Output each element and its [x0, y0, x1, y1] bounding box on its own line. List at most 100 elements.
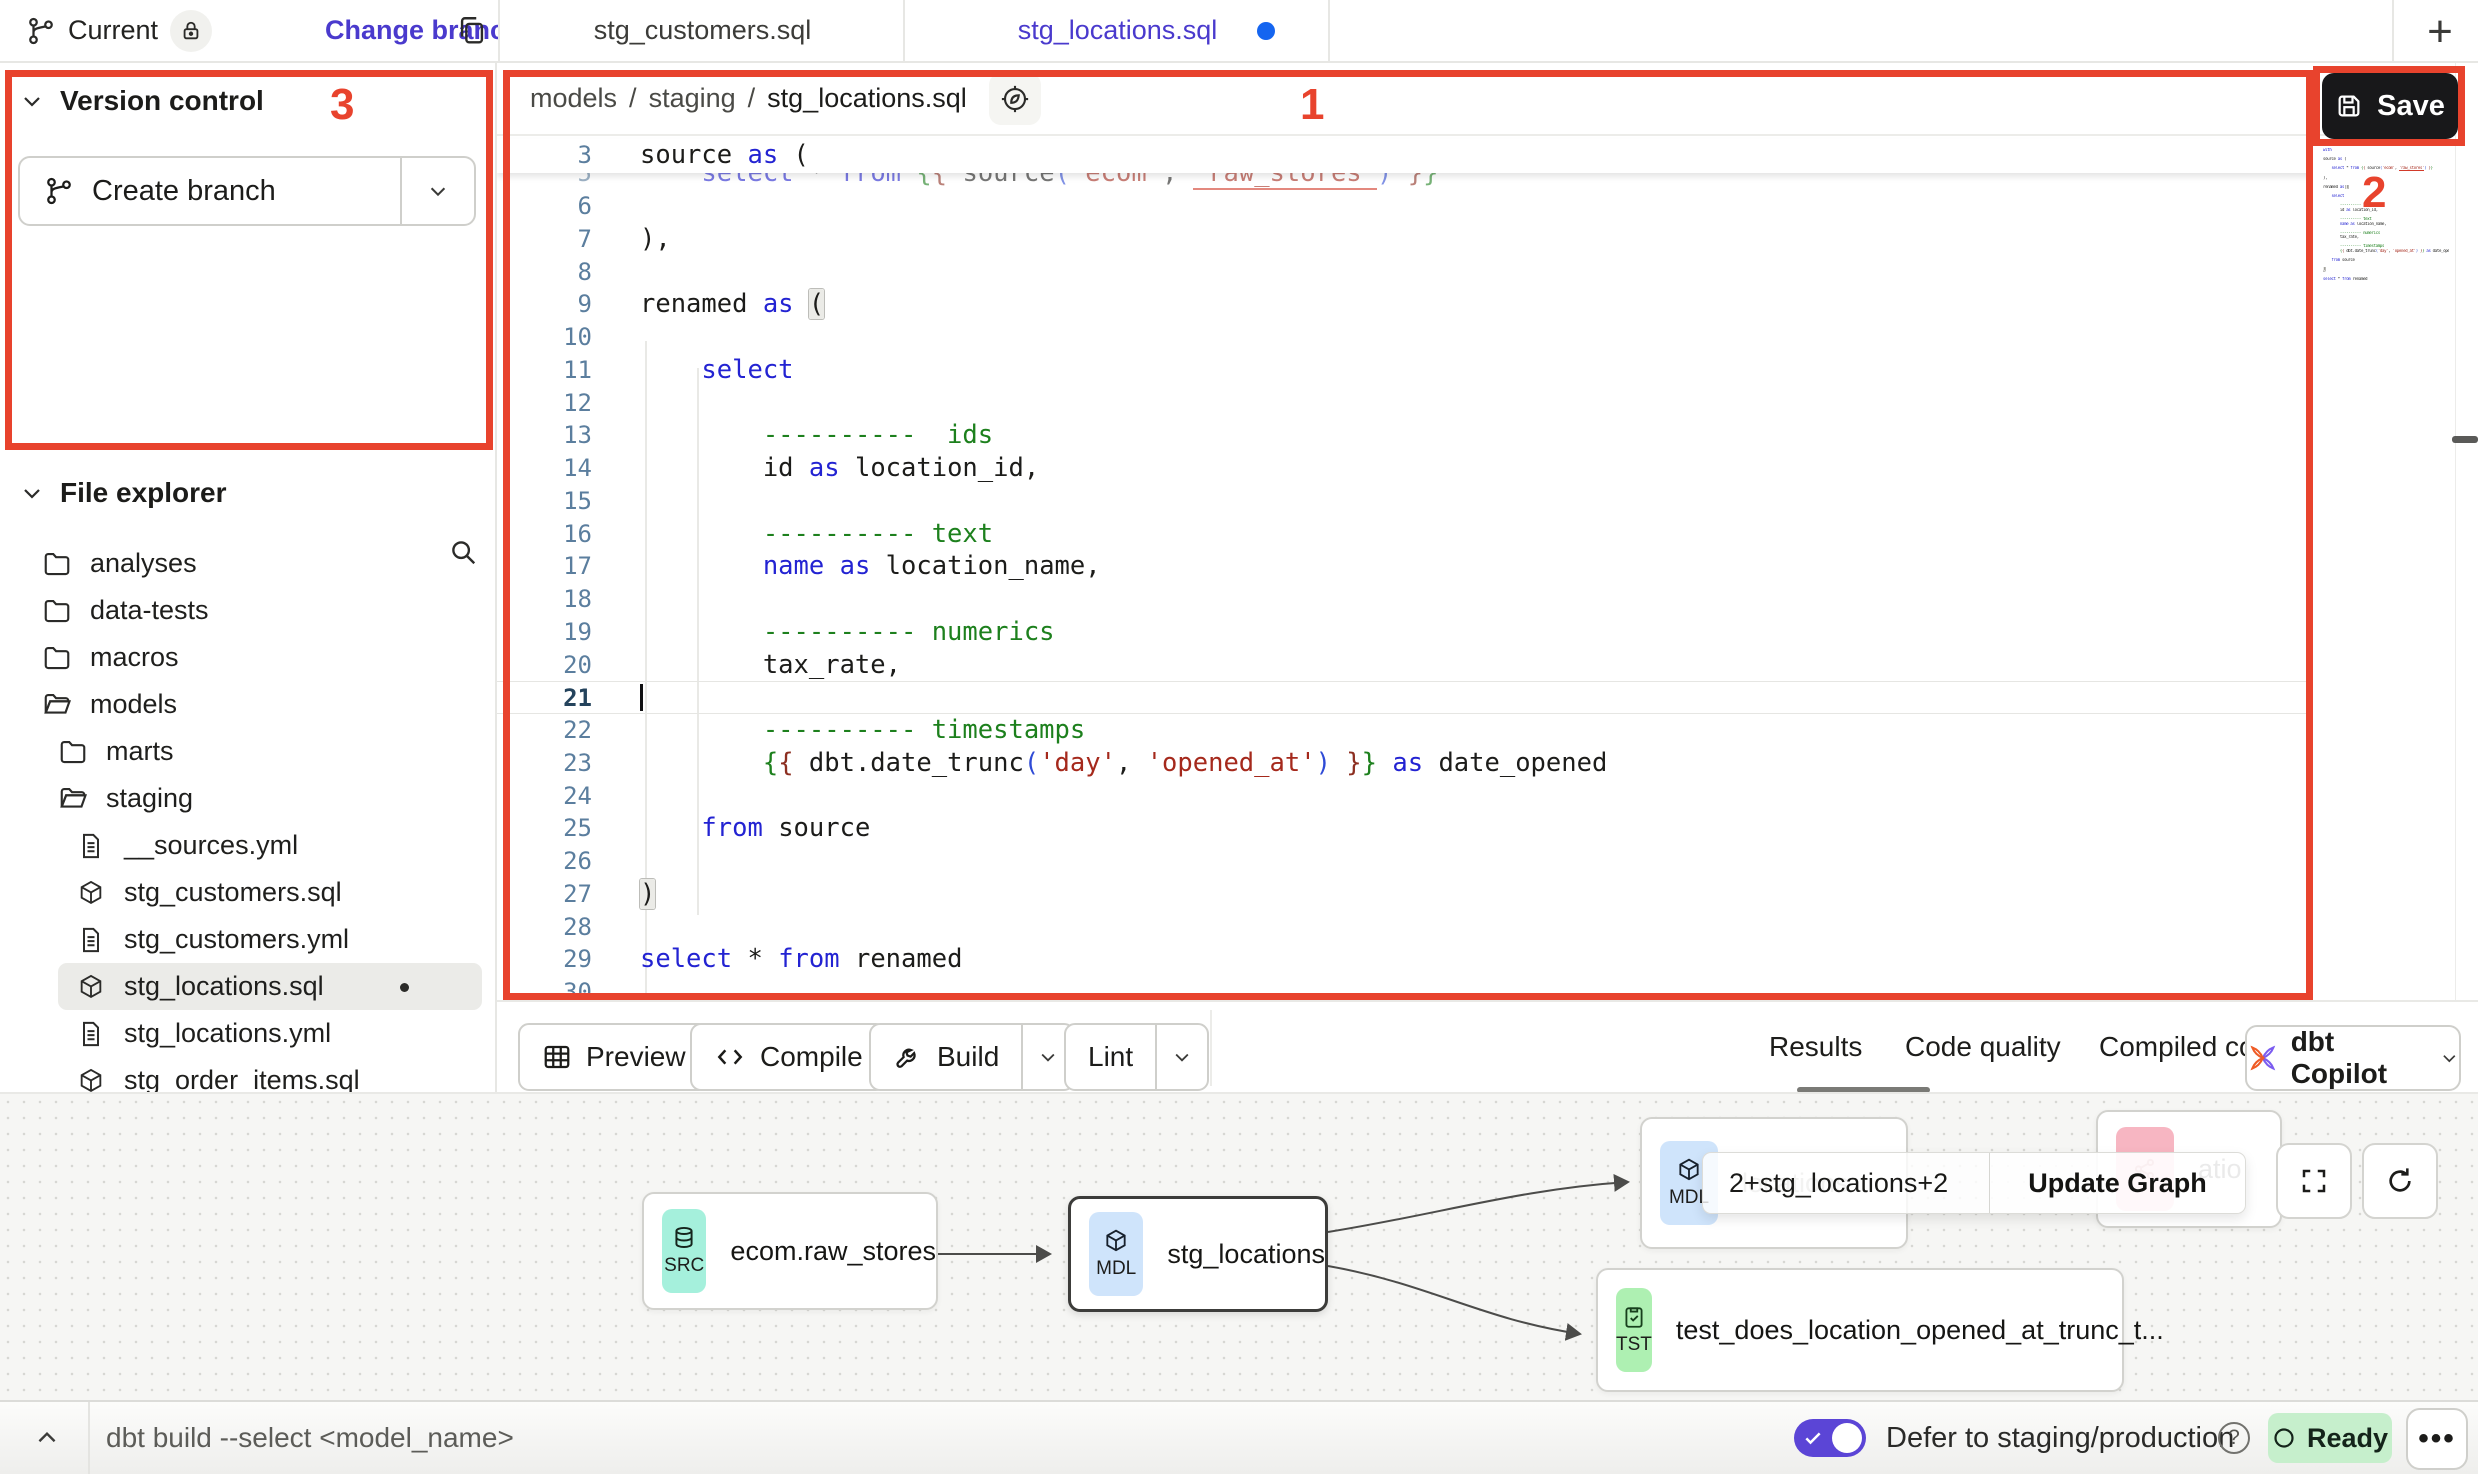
defer-toggle[interactable]: [1794, 1419, 1866, 1457]
file-explorer-header[interactable]: File explorer: [20, 477, 227, 509]
code-line-16[interactable]: 16 ---------- text: [497, 518, 2313, 551]
current-branch[interactable]: Current: [26, 0, 212, 61]
version-control-header[interactable]: Version control: [20, 85, 264, 117]
code-line-29[interactable]: 29select * from renamed: [497, 943, 2313, 976]
compile-button[interactable]: Compile: [690, 1023, 887, 1091]
check-icon: [1803, 1428, 1823, 1448]
code-line-10[interactable]: 10: [497, 321, 2313, 354]
cli-command-text: dbt build --select <model_name>: [106, 1422, 514, 1454]
code-line-3[interactable]: 3source as (: [497, 139, 2313, 172]
file-tree-item-staging[interactable]: staging: [0, 775, 497, 822]
refresh-button[interactable]: [2362, 1143, 2438, 1219]
create-branch-dropdown[interactable]: [400, 158, 474, 224]
copy-icon[interactable]: [455, 14, 489, 48]
copilot-compass-icon[interactable]: [989, 73, 1041, 125]
update-graph-button[interactable]: Update Graph: [1989, 1153, 2245, 1213]
tab-label: stg_customers.sql: [594, 15, 812, 46]
node-label: ecom.raw_stores: [730, 1236, 936, 1267]
code-line-17[interactable]: 17 name as location_name,: [497, 550, 2313, 583]
lineage-node-source[interactable]: SRC ecom.raw_stores: [642, 1192, 938, 1310]
file-tree-item--sources-yml[interactable]: __sources.yml: [0, 822, 497, 869]
dbt-copilot-button[interactable]: dbt Copilot: [2245, 1025, 2461, 1091]
file-tree-item-marts[interactable]: marts: [0, 728, 497, 775]
build-button[interactable]: Build: [869, 1023, 1075, 1091]
code-line-26[interactable]: 26: [497, 845, 2313, 878]
code-editor[interactable]: 5 select * from {{ source('ecom', 'raw_s…: [497, 136, 2313, 1000]
file-icon: [74, 1020, 108, 1048]
code-line-25[interactable]: 25 from source: [497, 812, 2313, 845]
code-line-8[interactable]: 8: [497, 256, 2313, 289]
change-branch-link[interactable]: Change branch: [325, 0, 522, 61]
code-line-23[interactable]: 23 {{ dbt.date_trunc('day', 'opened_at')…: [497, 747, 2313, 780]
circle-status-icon: [2272, 1426, 2296, 1450]
cli-command-input[interactable]: dbt build --select <model_name>: [106, 1402, 514, 1474]
code-lines: 67),89renamed as (1011 select1213 ------…: [497, 190, 2313, 1000]
file-explorer-title: File explorer: [60, 477, 227, 509]
line-number: 12: [497, 387, 592, 420]
scroll-handle[interactable]: [2452, 436, 2478, 443]
file-tree-item-stg-customers-yml[interactable]: stg_customers.yml: [0, 916, 497, 963]
lineage-selector-input[interactable]: 2+stg_locations+2: [1703, 1153, 1989, 1213]
code-line-11[interactable]: 11 select: [497, 354, 2313, 387]
code-line-19[interactable]: 19 ---------- numerics: [497, 616, 2313, 649]
refresh-icon: [2384, 1165, 2416, 1197]
code-line-27[interactable]: 27): [497, 878, 2313, 911]
preview-button[interactable]: Preview: [518, 1023, 710, 1091]
code-line-15[interactable]: 15: [497, 485, 2313, 518]
file-tree-item-stg-locations-yml[interactable]: stg_locations.yml: [0, 1010, 497, 1057]
file-label: stg_locations.sql: [124, 971, 324, 1002]
compile-label: Compile: [760, 1041, 863, 1073]
panel-tab-results[interactable]: Results: [1769, 1002, 1862, 1092]
help-icon[interactable]: ?: [2218, 1422, 2250, 1454]
create-branch-button[interactable]: Create branch: [18, 156, 476, 226]
lineage-node-stg-locations[interactable]: MDL stg_locations: [1068, 1196, 1328, 1312]
code-line-7[interactable]: 7),: [497, 223, 2313, 256]
fullscreen-button[interactable]: [2276, 1143, 2352, 1219]
file-tree-item-data-tests[interactable]: data-tests: [0, 587, 497, 634]
file-label: marts: [106, 736, 174, 767]
collapse-panel-button[interactable]: [22, 1402, 72, 1474]
new-tab-button[interactable]: +: [2416, 8, 2464, 56]
code-line-5[interactable]: 5 select * from {{ source('ecom', 'raw_s…: [497, 173, 2313, 190]
code-line-28[interactable]: 28: [497, 911, 2313, 944]
lineage-canvas[interactable]: SRC ecom.raw_stores MDL stg_locations MD…: [0, 1092, 2478, 1400]
code-line-13[interactable]: 13 ---------- ids: [497, 419, 2313, 452]
status-badge[interactable]: Ready: [2268, 1413, 2392, 1463]
file-label: stg_customers.yml: [124, 924, 349, 955]
line-text: select * from renamed: [592, 944, 962, 974]
minimap[interactable]: withsource as ( select * from {{ source(…: [2323, 148, 2449, 286]
top-tab-bar: Current Change branch stg_customers.sql …: [0, 0, 2478, 63]
save-button[interactable]: Save: [2322, 73, 2458, 139]
code-line-6[interactable]: 6: [497, 190, 2313, 223]
tab-stg-locations[interactable]: stg_locations.sql: [905, 0, 1330, 61]
minimap-column[interactable]: withsource as ( select * from {{ source(…: [2313, 136, 2455, 1000]
code-line-14[interactable]: 14 id as location_id,: [497, 452, 2313, 485]
code-line-9[interactable]: 9renamed as (: [497, 288, 2313, 321]
line-number: 28: [497, 911, 592, 944]
breadcrumb-models[interactable]: models: [530, 83, 617, 114]
code-line-24[interactable]: 24: [497, 780, 2313, 813]
branch-name: Current: [68, 15, 158, 46]
lint-button[interactable]: Lint: [1064, 1023, 1209, 1091]
file-tree-item-analyses[interactable]: analyses: [0, 540, 497, 587]
lint-dropdown[interactable]: [1155, 1025, 1207, 1089]
more-options-button[interactable]: •••: [2406, 1408, 2468, 1470]
lineage-node-test[interactable]: TST test_does_location_opened_at_trunc_t…: [1596, 1268, 2124, 1392]
line-number: 21: [497, 682, 592, 715]
file-tree-item-stg-customers-sql[interactable]: stg_customers.sql: [0, 869, 497, 916]
file-tree-item-stg-locations-sql[interactable]: stg_locations.sql: [0, 963, 497, 1010]
code-line-18[interactable]: 18: [497, 583, 2313, 616]
file-tree-item-models[interactable]: models: [0, 681, 497, 728]
code-line-21[interactable]: 21: [497, 681, 2313, 714]
code-line-12[interactable]: 12: [497, 387, 2313, 420]
file-tree-item-macros[interactable]: macros: [0, 634, 497, 681]
tst-badge: TST: [1616, 1288, 1652, 1372]
breadcrumb-staging[interactable]: staging: [649, 83, 736, 114]
panel-tab-code-quality[interactable]: Code quality: [1905, 1002, 2061, 1092]
line-number: 9: [497, 288, 592, 321]
code-line-22[interactable]: 22 ---------- timestamps: [497, 714, 2313, 747]
tab-stg-customers[interactable]: stg_customers.sql: [500, 0, 905, 61]
code-line-30[interactable]: 30: [497, 976, 2313, 1000]
line-number: 26: [497, 845, 592, 878]
code-line-20[interactable]: 20 tax_rate,: [497, 649, 2313, 682]
